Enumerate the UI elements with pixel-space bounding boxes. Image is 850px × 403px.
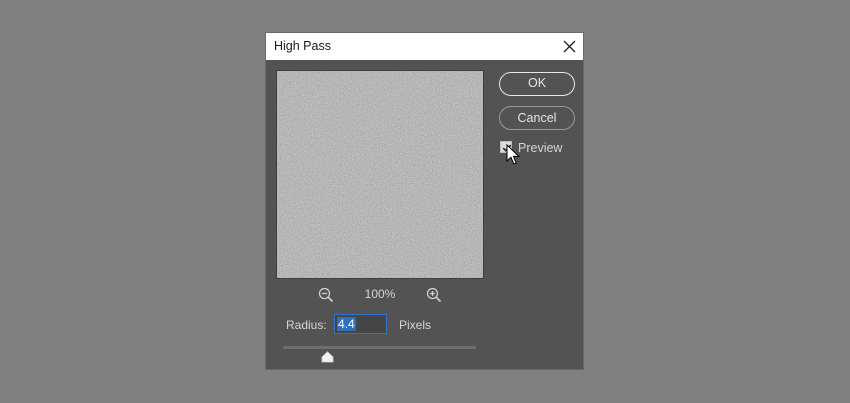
title-bar[interactable]: High Pass bbox=[266, 33, 583, 60]
radius-input[interactable]: 4.4 bbox=[334, 314, 387, 334]
close-button[interactable] bbox=[556, 33, 583, 60]
radius-unit-label: Pixels bbox=[399, 318, 432, 332]
cancel-button[interactable]: Cancel bbox=[499, 106, 575, 130]
filter-preview-area[interactable] bbox=[276, 70, 484, 279]
radius-slider[interactable] bbox=[283, 346, 476, 349]
slider-thumb-icon bbox=[321, 351, 334, 363]
radius-label: Radius: bbox=[286, 318, 327, 332]
zoom-out-icon bbox=[318, 287, 334, 303]
zoom-in-button[interactable] bbox=[426, 287, 442, 303]
zoom-level: 100% bbox=[364, 287, 396, 301]
preview-checkbox[interactable] bbox=[500, 141, 512, 153]
zoom-in-icon bbox=[426, 287, 442, 303]
dialog-title: High Pass bbox=[274, 39, 331, 53]
checkmark-icon bbox=[502, 144, 512, 152]
ok-button[interactable]: OK bbox=[499, 72, 575, 96]
preview-checkbox-label[interactable]: Preview bbox=[518, 141, 562, 155]
zoom-out-button[interactable] bbox=[318, 287, 334, 303]
radius-value: 4.4 bbox=[337, 317, 356, 331]
radius-slider-thumb[interactable] bbox=[321, 350, 334, 363]
high-pass-dialog: High Pass 100% Radius: 4.4 Pixels OK Can… bbox=[266, 33, 583, 369]
close-icon bbox=[563, 40, 576, 53]
